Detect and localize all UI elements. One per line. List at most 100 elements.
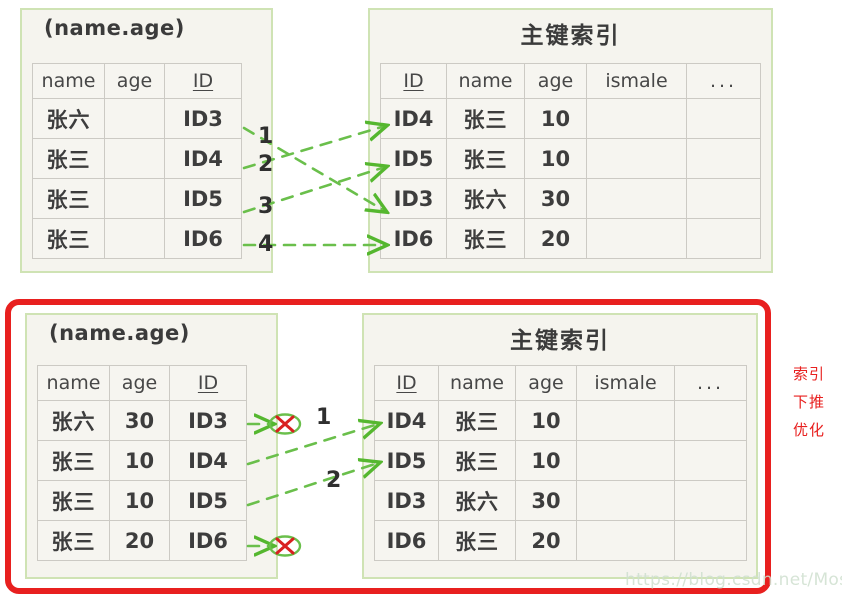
cell-id: ID6 <box>380 218 447 259</box>
cell-other <box>674 440 747 481</box>
cell-name: 张三 <box>37 440 110 481</box>
table-row: 张三 10 ID4 <box>37 440 247 481</box>
column-header-id: ID <box>374 365 439 401</box>
table-row: ID6 张三 20 <box>380 218 761 259</box>
cell-id: ID5 <box>374 440 439 481</box>
cell-name: 张六 <box>32 98 105 139</box>
table-row: 张六 ID3 <box>32 98 242 139</box>
cell-id: ID4 <box>169 440 247 481</box>
column-header-id: ID <box>164 63 242 99</box>
column-header-age: age <box>104 63 165 99</box>
table-row: ID4 张三 10 <box>374 400 747 441</box>
cell-id: ID6 <box>374 520 439 561</box>
table-header-row: ID name age ismale ... <box>374 365 747 401</box>
table-header-row: ID name age ismale ... <box>380 63 761 99</box>
column-header-age: age <box>109 365 170 401</box>
cell-ismale <box>586 178 687 219</box>
cell-name: 张三 <box>32 138 105 179</box>
column-header-name: name <box>37 365 110 401</box>
cell-id: ID3 <box>380 178 447 219</box>
table-row: 张六 30 ID3 <box>37 400 247 441</box>
cell-ismale <box>576 520 675 561</box>
cell-age: 30 <box>524 178 587 219</box>
column-header-name: name <box>32 63 105 99</box>
table-row: 张三 ID4 <box>32 138 242 179</box>
bottom-primary-index-title: 主键索引 <box>510 328 610 354</box>
cell-id: ID4 <box>380 98 447 139</box>
cell-age: 10 <box>109 480 170 521</box>
table-row: 张三 20 ID6 <box>37 520 247 561</box>
cell-age: 10 <box>515 440 577 481</box>
cell-name: 张三 <box>446 98 525 139</box>
top-step-label-2: 2 <box>258 152 274 177</box>
cell-other <box>674 400 747 441</box>
cell-name: 张三 <box>37 520 110 561</box>
cell-name: 张三 <box>32 218 105 259</box>
cell-id: ID4 <box>374 400 439 441</box>
cell-id: ID5 <box>164 178 242 219</box>
column-header-name: name <box>438 365 516 401</box>
cell-ismale <box>586 98 687 139</box>
cell-age: 10 <box>515 400 577 441</box>
top-secondary-index-table: name age ID 张六 ID3 张三 ID4 张三 ID5 张三 ID6 <box>32 63 242 259</box>
top-step-label-1: 1 <box>258 124 274 149</box>
cell-age <box>104 218 165 259</box>
cell-ismale <box>576 480 675 521</box>
column-header-ellipsis: ... <box>674 365 747 401</box>
top-primary-index-table: ID name age ismale ... ID4 张三 10 ID5 张三 … <box>380 63 761 259</box>
column-header-ismale: ismale <box>586 63 687 99</box>
cell-ismale <box>586 218 687 259</box>
cell-other <box>674 480 747 521</box>
cell-ismale <box>576 400 675 441</box>
cell-age <box>104 138 165 179</box>
column-header-age: age <box>515 365 577 401</box>
top-secondary-index-title: (name.age) <box>44 16 185 40</box>
table-row: 张三 ID6 <box>32 218 242 259</box>
top-step-label-4: 4 <box>258 232 274 257</box>
cell-name: 张三 <box>438 400 516 441</box>
table-row: ID4 张三 10 <box>380 98 761 139</box>
cell-id: ID3 <box>374 480 439 521</box>
cell-name: 张三 <box>438 440 516 481</box>
cell-ismale <box>586 138 687 179</box>
cell-other <box>686 218 761 259</box>
cell-id: ID4 <box>164 138 242 179</box>
cell-name: 张六 <box>37 400 110 441</box>
cell-age: 30 <box>515 480 577 521</box>
cell-name: 张六 <box>446 178 525 219</box>
cell-age: 20 <box>524 218 587 259</box>
cell-ismale <box>576 440 675 481</box>
column-header-name: name <box>446 63 525 99</box>
table-header-row: name age ID <box>32 63 242 99</box>
column-header-age: age <box>524 63 587 99</box>
bottom-secondary-index-title: (name.age) <box>49 321 190 345</box>
watermark: https://blog.csdn.net/MosBest <box>625 570 842 590</box>
table-row: ID3 张六 30 <box>374 480 747 521</box>
cell-name: 张三 <box>446 138 525 179</box>
table-row: 张三 10 ID5 <box>37 480 247 521</box>
column-header-id: ID <box>169 365 247 401</box>
top-primary-index-title: 主键索引 <box>520 23 621 49</box>
bottom-secondary-index-table: name age ID 张六 30 ID3 张三 10 ID4 张三 10 ID… <box>37 365 247 561</box>
pushdown-annotation: 索引 下推 优化 <box>793 360 825 444</box>
cell-id: ID6 <box>169 520 247 561</box>
cell-other <box>686 98 761 139</box>
cell-name: 张三 <box>438 520 516 561</box>
cell-other <box>674 520 747 561</box>
table-row: ID6 张三 20 <box>374 520 747 561</box>
bottom-step-label-2: 2 <box>326 468 342 493</box>
cell-name: 张三 <box>32 178 105 219</box>
cell-age: 30 <box>109 400 170 441</box>
cell-id: ID5 <box>380 138 447 179</box>
cell-age: 10 <box>524 138 587 179</box>
table-row: ID3 张六 30 <box>380 178 761 219</box>
cell-age: 20 <box>109 520 170 561</box>
cell-name: 张三 <box>446 218 525 259</box>
cell-id: ID3 <box>164 98 242 139</box>
bottom-step-label-1: 1 <box>316 405 332 430</box>
cell-age: 20 <box>515 520 577 561</box>
cell-other <box>686 178 761 219</box>
table-row: ID5 张三 10 <box>380 138 761 179</box>
top-step-label-3: 3 <box>258 194 274 219</box>
cell-other <box>686 138 761 179</box>
